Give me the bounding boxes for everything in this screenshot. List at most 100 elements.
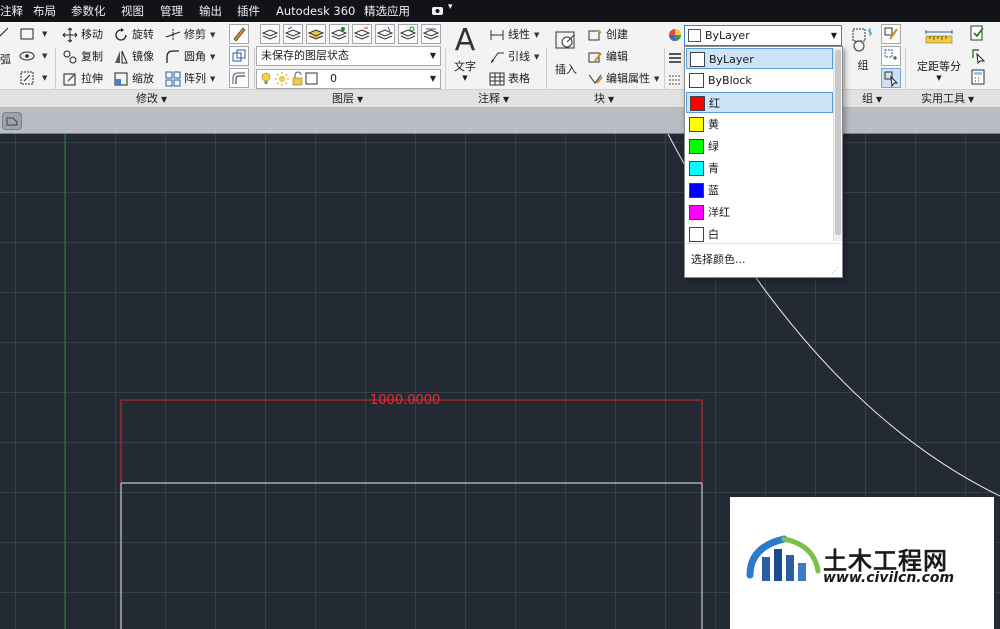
layout-tab-strip xyxy=(0,108,1000,134)
erase-button[interactable] xyxy=(229,24,249,44)
calculator-button[interactable] xyxy=(969,68,989,88)
arc-button[interactable]: 弧 xyxy=(0,50,11,70)
panel-title-utilities[interactable]: 实用工具 ▼ xyxy=(921,90,974,108)
layer-previous-button[interactable] xyxy=(306,24,326,44)
line-icon xyxy=(0,27,9,37)
camera-dropdown[interactable]: ▾ xyxy=(431,2,457,17)
array-icon xyxy=(165,71,181,87)
color-wheel-icon[interactable] xyxy=(668,28,682,42)
create-block-button[interactable]: 创建 xyxy=(587,25,628,45)
layer-select[interactable]: 0 ▼ xyxy=(256,69,441,89)
choose-color-option[interactable]: 选择颜色... xyxy=(691,251,746,267)
layer-match-button[interactable] xyxy=(283,24,303,44)
watermark: 土木工程网 www.civilcn.com xyxy=(730,497,994,629)
dimension-rectangle xyxy=(120,399,703,484)
menu-parametric[interactable]: 参数化 xyxy=(71,0,106,22)
color-dropdown-list: ByLayer ByBlock 红 黄 绿 青 蓝 洋红 白 选择颜色... ⋰ xyxy=(684,46,843,278)
menu-featured-apps[interactable]: 精选应用 xyxy=(364,0,410,22)
lineweight-icon[interactable] xyxy=(668,51,682,65)
edit-attributes-label: 编辑属性 xyxy=(606,72,650,85)
color-select[interactable]: ByLayer ▼ xyxy=(684,25,842,46)
group-selection-toggle[interactable] xyxy=(881,68,901,88)
color-option-cyan[interactable]: 青 xyxy=(686,158,833,179)
linetype-icon[interactable] xyxy=(668,72,682,86)
rectangle-button[interactable]: ▼ xyxy=(19,24,47,44)
panel-title-block[interactable]: 块 ▼ xyxy=(594,90,614,108)
explode-button[interactable] xyxy=(229,46,249,66)
group-button[interactable]: 组 xyxy=(849,26,877,73)
move-button[interactable]: 移动 xyxy=(62,25,103,45)
rotate-button[interactable]: 旋转 xyxy=(113,25,154,45)
array-button[interactable]: 阵列 ▼ xyxy=(165,69,215,89)
layer-isolate-button[interactable] xyxy=(329,24,349,44)
color-option-green[interactable]: 绿 xyxy=(686,136,833,157)
stretch-button[interactable]: 拉伸 xyxy=(62,69,103,89)
leader-label: 引线 xyxy=(508,50,530,63)
layer-properties-button[interactable] xyxy=(260,24,280,44)
quick-select-button[interactable] xyxy=(969,24,989,44)
layer-color-swatch xyxy=(305,72,318,85)
scrollbar-thumb[interactable] xyxy=(835,50,841,235)
color-swatch xyxy=(688,29,701,42)
panel-title-annotation[interactable]: 注释 ▼ xyxy=(478,90,509,108)
layer-off-icon xyxy=(422,28,440,40)
panel-title-modify[interactable]: 修改 ▼ xyxy=(136,90,167,108)
layer-unisolate-button[interactable] xyxy=(352,24,372,44)
layer-off-button[interactable] xyxy=(421,24,441,44)
sun-icon xyxy=(275,72,289,86)
group-label: 组 xyxy=(857,59,869,72)
measure-button[interactable]: 定距等分 ▼ xyxy=(914,28,964,82)
menu-plugins[interactable]: 插件 xyxy=(237,0,260,22)
mirror-icon xyxy=(115,50,128,64)
color-swatch xyxy=(689,183,704,198)
text-button[interactable]: A 文字 ▼ xyxy=(451,26,479,83)
menu-output[interactable]: 输出 xyxy=(199,0,222,22)
edit-attributes-button[interactable]: 编辑属性 ▼ xyxy=(587,69,659,89)
insert-label: 插入 xyxy=(555,63,577,76)
insert-block-button[interactable]: 插入 xyxy=(551,26,581,77)
offset-button[interactable] xyxy=(229,68,249,88)
layer-freeze-button[interactable] xyxy=(375,24,395,44)
menu-manage[interactable]: 管理 xyxy=(160,0,183,22)
group-edit-button[interactable] xyxy=(881,24,901,44)
copy-button[interactable]: 复制 xyxy=(62,47,103,67)
rotate-label: 旋转 xyxy=(132,28,154,41)
resize-grip-icon[interactable]: ⋰ xyxy=(831,266,839,275)
scale-button[interactable]: 缩放 xyxy=(113,69,154,89)
color-option-bylayer[interactable]: ByLayer xyxy=(686,48,833,69)
linear-dim-button[interactable]: 线性 ▼ xyxy=(489,25,539,45)
color-option-white[interactable]: 白 xyxy=(686,224,833,245)
layer-walk-button[interactable] xyxy=(398,24,418,44)
pencil-icon xyxy=(233,27,246,42)
measure-ruler-icon xyxy=(925,30,953,44)
id-point-button[interactable] xyxy=(969,46,989,66)
lightbulb-icon xyxy=(261,72,271,84)
fillet-button[interactable]: 圆角 ▼ xyxy=(165,47,215,67)
hatch-button[interactable]: ▼ xyxy=(19,46,47,66)
leader-button[interactable]: 引线 ▼ xyxy=(489,47,539,67)
calculator-icon xyxy=(971,69,985,85)
layer-state-select[interactable]: 未保存的图层状态 ▼ xyxy=(256,46,441,66)
color-option-magenta[interactable]: 洋红 xyxy=(686,202,833,223)
create-label: 创建 xyxy=(606,28,628,41)
ungroup-button[interactable] xyxy=(881,46,901,66)
color-option-red[interactable]: 红 xyxy=(686,92,833,113)
color-option-byblock[interactable]: ByBlock xyxy=(686,70,833,91)
menu-view[interactable]: 视图 xyxy=(121,0,144,22)
menu-layout[interactable]: 布局 xyxy=(33,0,56,22)
rotate-icon xyxy=(115,28,127,41)
menu-autodesk-360[interactable]: Autodesk 360 xyxy=(276,0,355,22)
panel-title-layers[interactable]: 图层 ▼ xyxy=(332,90,363,108)
menu-annotate[interactable]: 注释 xyxy=(0,0,23,22)
panel-title-group[interactable]: 组 ▼ xyxy=(862,90,882,108)
table-label: 表格 xyxy=(508,72,530,85)
table-button[interactable]: 表格 xyxy=(489,69,530,89)
file-tab-button[interactable] xyxy=(2,112,22,130)
boundary-button[interactable]: ▼ xyxy=(19,68,47,88)
color-list-scrollbar[interactable] xyxy=(833,48,842,241)
mirror-button[interactable]: 镜像 xyxy=(113,47,154,67)
color-option-yellow[interactable]: 黄 xyxy=(686,114,833,135)
edit-block-button[interactable]: 编辑 xyxy=(587,47,628,67)
color-option-blue[interactable]: 蓝 xyxy=(686,180,833,201)
trim-button[interactable]: 修剪 ▼ xyxy=(165,25,215,45)
